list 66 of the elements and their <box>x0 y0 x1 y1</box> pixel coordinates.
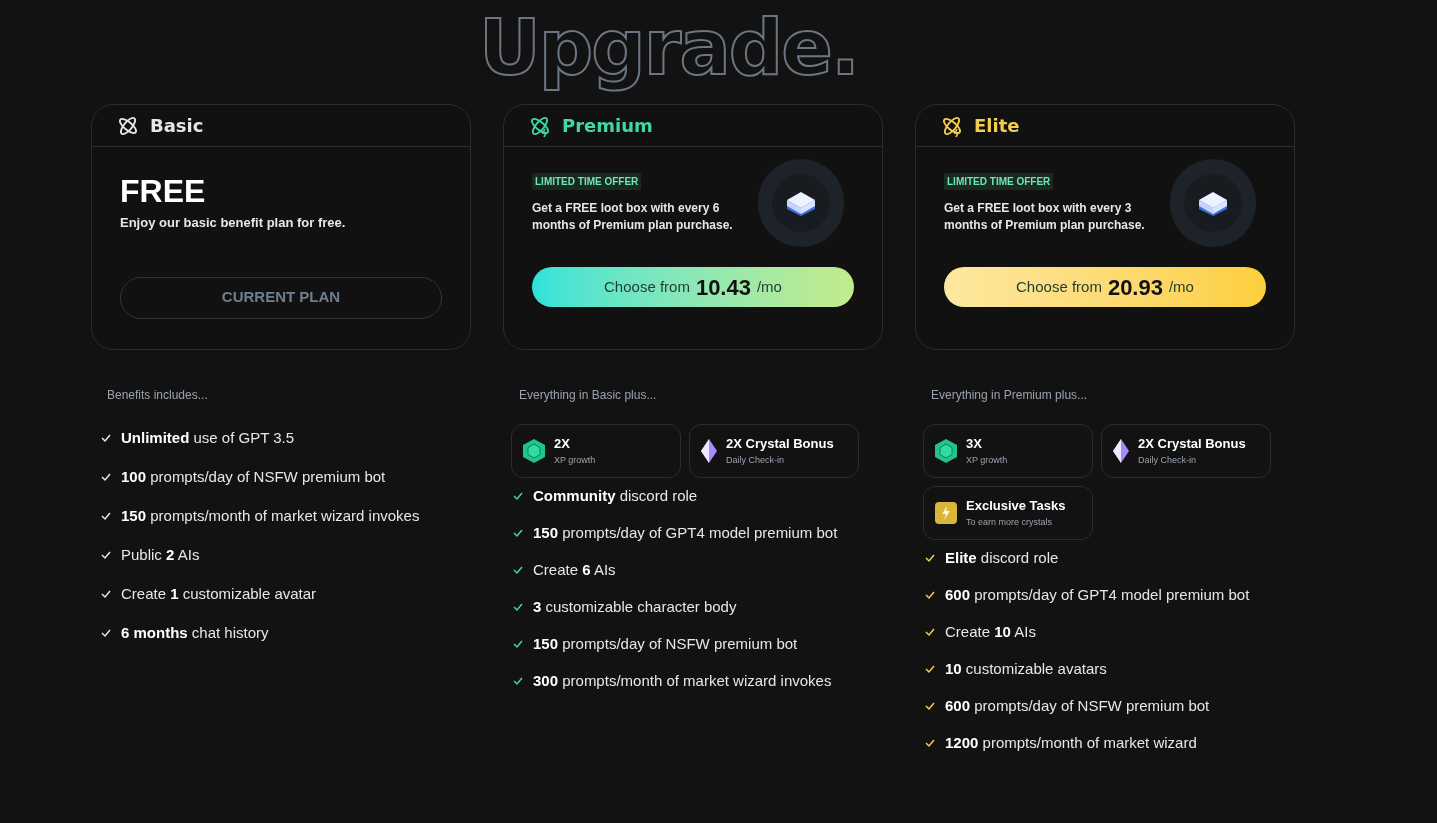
benefit-text: 3 customizable character body <box>533 597 737 617</box>
check-icon <box>925 664 935 674</box>
check-icon <box>925 627 935 637</box>
page-title: Upgrade. <box>479 6 858 94</box>
check-icon <box>101 628 111 638</box>
check-icon <box>513 639 523 649</box>
benefit-text: 300 prompts/month of market wizard invokes <box>533 671 832 691</box>
perk-title: 2X <box>554 436 571 452</box>
check-icon <box>101 589 111 599</box>
benefit-text: Create 10 AIs <box>945 622 1036 642</box>
check-icon <box>101 472 111 482</box>
plan-description: Enjoy our basic benefit plan for free. <box>120 214 347 232</box>
benefit-text: 600 prompts/day of NSFW premium bot <box>945 696 1210 716</box>
perk-title: 2X Crystal Bonus <box>726 436 834 452</box>
benefit-text: 150 prompts/month of market wizard invokes <box>121 506 420 526</box>
section-heading: Benefits includes... <box>107 387 209 404</box>
perk-subtitle: To earn more crystals <box>966 516 1054 528</box>
perk-title: 2X Crystal Bonus <box>1138 436 1246 452</box>
benefit-text: 150 prompts/day of NSFW premium bot <box>533 634 798 654</box>
crystal-icon <box>1112 438 1130 464</box>
check-icon <box>101 550 111 560</box>
price-text: FREE <box>120 173 207 209</box>
benefit-text: 150 prompts/day of GPT4 model premium bot <box>533 523 838 543</box>
plan-name: Premium <box>562 114 653 138</box>
benefit-text: 600 prompts/day of GPT4 model premium bot <box>945 585 1250 605</box>
benefit-text: Unlimited use of GPT 3.5 <box>121 428 295 448</box>
benefit-text: 6 months chat history <box>121 623 269 643</box>
perk-title: Exclusive Tasks <box>966 498 1066 514</box>
perk-title: 3X <box>966 436 983 452</box>
check-icon <box>513 565 523 575</box>
benefit-text: 1200 prompts/month of market wizard <box>945 733 1197 753</box>
plan-name: Basic <box>150 114 204 138</box>
check-icon <box>925 701 935 711</box>
benefit-text: Community discord role <box>533 486 698 506</box>
check-icon <box>925 590 935 600</box>
section-heading: Everything in Basic plus... <box>519 387 658 404</box>
plan-name: Elite <box>974 114 1020 138</box>
benefit-text: Public 2 AIs <box>121 545 200 565</box>
benefit-text: 10 customizable avatars <box>945 659 1107 679</box>
perk-subtitle: Daily Check-in <box>1138 454 1198 466</box>
lightning-icon <box>934 501 958 525</box>
check-icon <box>513 491 523 501</box>
perk-subtitle: XP growth <box>966 454 1008 466</box>
benefit-text: 100 prompts/day of NSFW premium bot <box>121 467 386 487</box>
check-icon <box>513 602 523 612</box>
benefit-text: Create 6 AIs <box>533 560 616 580</box>
perk-subtitle: XP growth <box>554 454 596 466</box>
offer-badge: LIMITED TIME OFFER <box>532 172 642 190</box>
perk-subtitle: Daily Check-in <box>726 454 786 466</box>
check-icon <box>513 528 523 538</box>
check-icon <box>101 433 111 443</box>
choose-plan-button[interactable]: Choose from 20.93 /mo <box>944 267 1266 307</box>
choose-plan-button[interactable]: Choose from 10.43 /mo <box>532 267 854 307</box>
check-icon <box>925 738 935 748</box>
crystal-icon <box>700 438 718 464</box>
benefit-text: Elite discord role <box>945 548 1059 568</box>
check-icon <box>101 511 111 521</box>
offer-text: Get a FREE loot box with every 6 months of Premium plan purchase. <box>532 199 734 234</box>
section-heading: Everything in Premium plus... <box>931 387 1089 404</box>
check-icon <box>513 676 523 686</box>
hexagon-icon <box>934 438 958 464</box>
hexagon-icon <box>522 438 546 464</box>
offer-text: Get a FREE loot box with every 3 months of Premium plan purchase. <box>944 199 1146 234</box>
benefit-text: Create 1 customizable avatar <box>121 584 317 604</box>
offer-badge: LIMITED TIME OFFER <box>944 172 1054 190</box>
check-icon <box>925 553 935 563</box>
